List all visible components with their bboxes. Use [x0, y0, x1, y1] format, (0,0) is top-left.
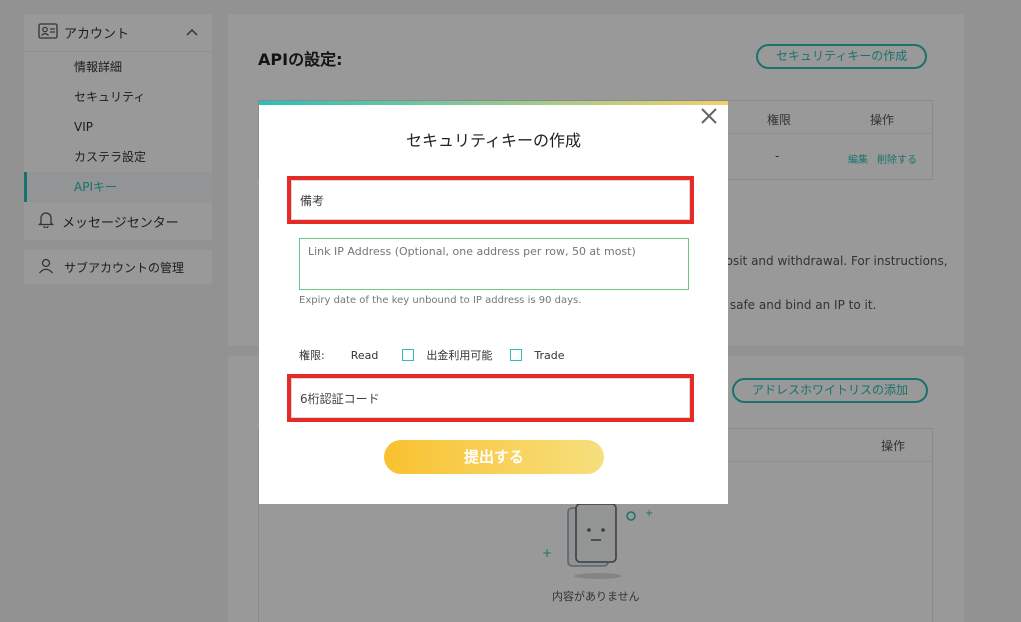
memo-field-highlight: 備考 [287, 176, 694, 224]
code-field-highlight: 6桁認証コード [287, 374, 694, 422]
permission-label: 権限: [299, 349, 325, 362]
perm-trade-label: Trade [534, 348, 565, 362]
perm-read-label: Read [350, 348, 379, 362]
perm-withdraw-label: 出金利用可能 [426, 349, 493, 362]
memo-input[interactable]: 備考 [291, 180, 690, 220]
permission-row: 権限: Read 出金利用可能 Trade [299, 347, 582, 363]
perm-read: Read [351, 349, 379, 362]
expiry-note: Expiry date of the key unbound to IP add… [299, 295, 582, 306]
create-key-modal: セキュリティキーの作成 備考 Expiry date of the key un… [259, 101, 728, 504]
trade-checkbox[interactable] [510, 349, 523, 361]
perm-trade[interactable]: Trade [510, 349, 564, 362]
modal-title: セキュリティキーの作成 [405, 131, 582, 150]
submit-button[interactable]: 提出する [384, 440, 604, 474]
ip-address-input[interactable] [299, 238, 689, 290]
withdraw-checkbox[interactable] [402, 349, 415, 361]
close-icon[interactable] [700, 107, 718, 125]
modal-accent-bar [259, 101, 728, 105]
perm-withdraw[interactable]: 出金利用可能 [402, 347, 492, 363]
verification-code-input[interactable]: 6桁認証コード [291, 378, 690, 418]
